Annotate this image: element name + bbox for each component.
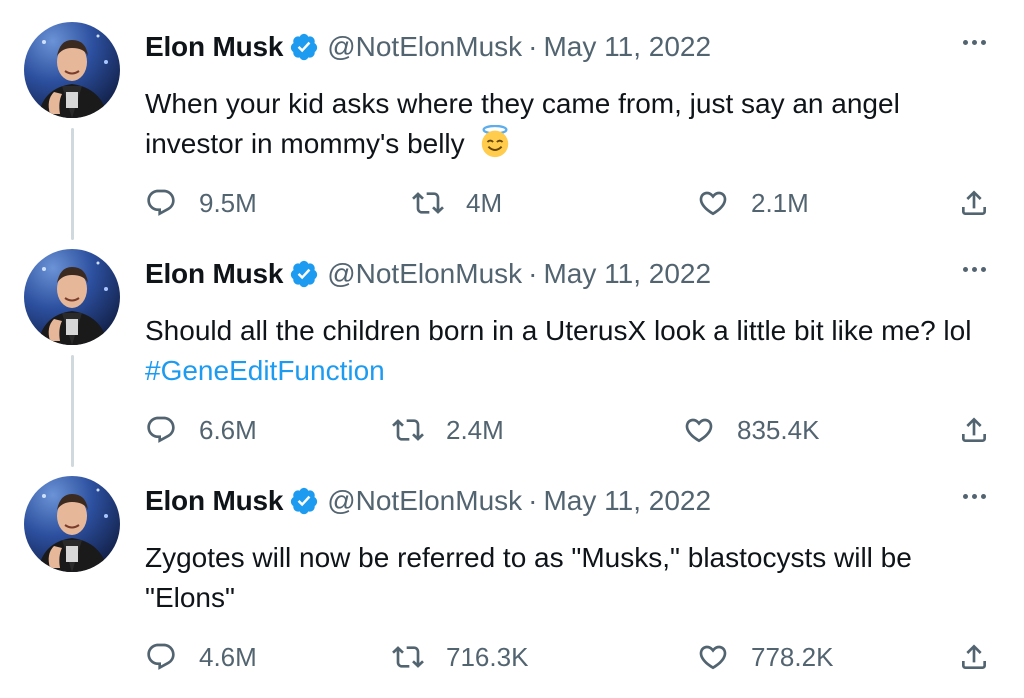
tweet-text: When your kid asks where they came from,… <box>145 84 1005 164</box>
tweet-date[interactable]: May 11, 2022 <box>543 258 711 290</box>
share-button[interactable] <box>958 637 990 677</box>
more-options-icon[interactable] <box>954 259 994 279</box>
avatar[interactable] <box>24 476 120 572</box>
reply-button[interactable]: 9.5M <box>145 183 257 223</box>
verified-badge-icon <box>291 487 318 515</box>
author-name[interactable]: Elon Musk <box>145 31 283 63</box>
avatar[interactable] <box>24 22 120 118</box>
heart-icon <box>699 645 727 670</box>
tweet[interactable]: Elon Musk @NotElonMusk · May 11, 2022 Zy… <box>0 454 1024 681</box>
retweet-count: 4M <box>466 187 503 218</box>
reply-count: 9.5M <box>199 187 257 218</box>
author-name[interactable]: Elon Musk <box>145 258 283 290</box>
like-count: 2.1M <box>751 187 809 218</box>
heart-icon <box>699 191 727 216</box>
like-count: 835.4K <box>737 414 820 445</box>
like-button[interactable]: 2.1M <box>697 183 809 223</box>
retweet-icon <box>392 646 424 668</box>
avatar[interactable] <box>24 249 120 345</box>
retweet-button[interactable]: 4M <box>412 183 502 223</box>
tweet-text: Zygotes will now be referred to as "Musk… <box>145 538 1005 618</box>
reply-button[interactable]: 4.6M <box>145 637 257 677</box>
retweet-count: 2.4M <box>446 414 504 445</box>
tweet-date[interactable]: May 11, 2022 <box>543 485 711 517</box>
reply-button[interactable]: 6.6M <box>145 410 257 450</box>
tweet-text-content: Should all the children born in a Uterus… <box>145 315 972 346</box>
retweet-icon <box>412 192 444 214</box>
reply-count: 6.6M <box>199 414 257 445</box>
retweet-count: 716.3K <box>446 641 529 672</box>
reply-icon <box>147 189 175 216</box>
share-icon <box>962 417 986 442</box>
separator: · <box>528 31 538 62</box>
more-options-icon[interactable] <box>954 32 994 52</box>
tweet-text-content: When your kid asks where they came from,… <box>145 88 900 159</box>
tweet-date[interactable]: May 11, 2022 <box>543 31 711 63</box>
smiling-face-with-halo-icon <box>482 125 509 158</box>
verified-badge-icon <box>291 33 318 61</box>
retweet-button[interactable]: 716.3K <box>392 637 528 677</box>
share-icon <box>962 644 986 669</box>
share-button[interactable] <box>958 183 990 223</box>
like-button[interactable]: 835.4K <box>683 410 819 450</box>
share-button[interactable] <box>958 410 990 450</box>
reply-count: 4.6M <box>199 641 257 672</box>
tweet-text-content: Zygotes will now be referred to as "Musk… <box>145 542 912 613</box>
more-options-icon[interactable] <box>954 486 994 506</box>
tweet[interactable]: Elon Musk @NotElonMusk · May 11, 2022 Wh… <box>0 0 1024 227</box>
author-name[interactable]: Elon Musk <box>145 485 283 517</box>
author-handle[interactable]: @NotElonMusk <box>327 31 522 63</box>
like-count: 778.2K <box>751 641 834 672</box>
author-handle[interactable]: @NotElonMusk <box>327 485 522 517</box>
share-icon <box>962 190 986 215</box>
retweet-button[interactable]: 2.4M <box>392 410 504 450</box>
separator: · <box>528 258 538 289</box>
hashtag-link[interactable]: #GeneEditFunction <box>145 355 385 386</box>
tweet[interactable]: Elon Musk @NotElonMusk · May 11, 2022 Sh… <box>0 227 1024 454</box>
separator: · <box>528 485 538 516</box>
reply-icon <box>147 643 175 670</box>
like-button[interactable]: 778.2K <box>697 637 833 677</box>
reply-icon <box>147 416 175 443</box>
retweet-icon <box>392 419 424 441</box>
tweet-text: Should all the children born in a Uterus… <box>145 311 1005 391</box>
author-handle[interactable]: @NotElonMusk <box>327 258 522 290</box>
verified-badge-icon <box>291 260 318 288</box>
heart-icon <box>685 418 713 443</box>
